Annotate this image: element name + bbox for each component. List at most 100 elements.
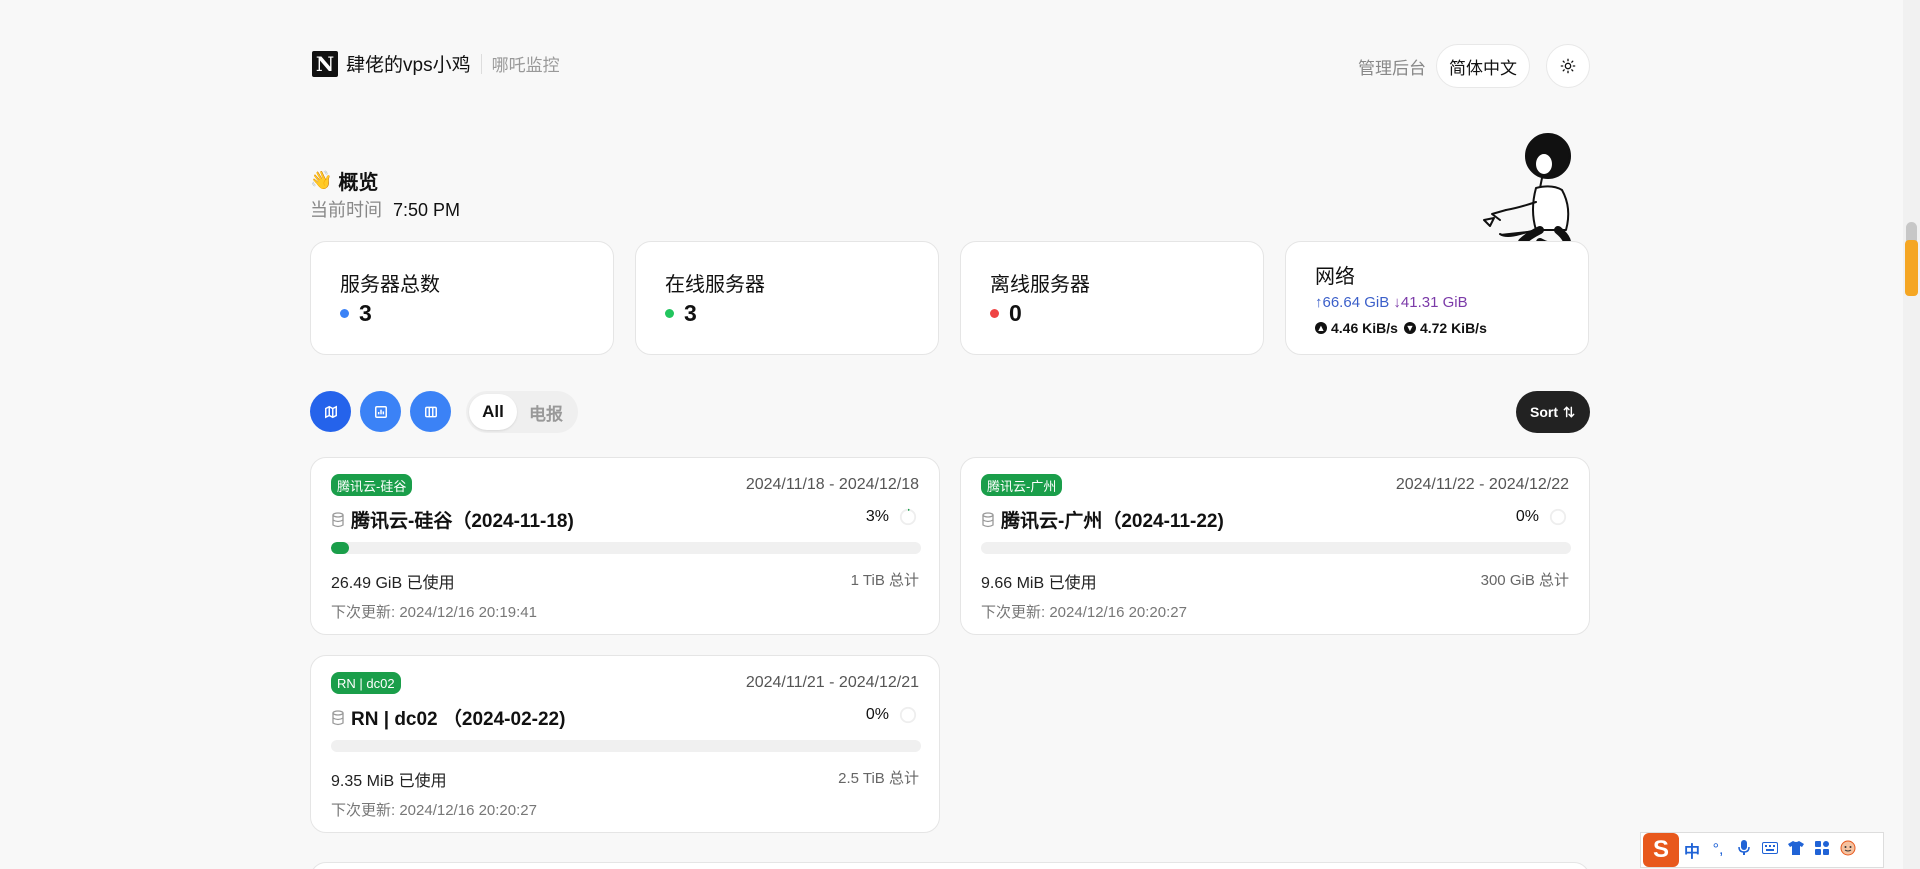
language-button[interactable]: 简体中文	[1436, 44, 1530, 88]
server-name-text: RN | dc02 （2024-02-22)	[351, 709, 566, 730]
stat-label: 在线服务器	[665, 274, 765, 296]
mic-icon[interactable]	[1731, 839, 1757, 861]
stat-label: 离线服务器	[990, 274, 1090, 296]
server-card-partial[interactable]	[310, 862, 1590, 869]
server-card[interactable]: RN | dc02 2024/11/21 - 2024/12/21 RN | d…	[310, 655, 940, 833]
server-tag: 腾讯云-硅谷	[331, 474, 413, 496]
stat-card-network: 网络 ↑66.64 GiB ↓41.31 GiB ▲ 4.46 KiB/s ▼ …	[1285, 241, 1589, 355]
billing-period: 2024/11/22 - 2024/12/22	[1395, 476, 1569, 493]
ime-chinese-mode[interactable]: 中	[1679, 838, 1705, 862]
site-title[interactable]: 肆佬的vps小鸡	[346, 50, 471, 77]
stat-number: 3	[684, 300, 697, 326]
ime-logo[interactable]: S	[1643, 833, 1679, 867]
face-icon[interactable]	[1835, 840, 1861, 861]
header: N 肆佬的vps小鸡 哪吒监控 管理后台 简体中文	[310, 44, 1590, 92]
chart-view-button[interactable]	[360, 391, 401, 432]
time-value: 7:50 PM	[393, 200, 461, 220]
used-amount: 9.66 MiB 已使用	[981, 575, 1097, 592]
usage-percent-text: 0%	[1515, 508, 1539, 525]
theme-toggle-button[interactable]	[1546, 44, 1590, 88]
status-dot	[340, 309, 349, 318]
stats-row: 服务器总数 3 在线服务器 3 离线服务器 0 网络 ↑66.64 GiB ↓4…	[310, 241, 1590, 355]
columns-icon	[424, 406, 437, 417]
server-card[interactable]: 腾讯云-硅谷 2024/11/18 - 2024/12/18 腾讯云-硅谷（20…	[310, 457, 940, 635]
usage-bar	[331, 740, 921, 752]
tab-telegram[interactable]: 电报	[517, 394, 575, 430]
keyboard-icon[interactable]	[1757, 841, 1783, 859]
chart-icon	[374, 405, 387, 418]
stat-card-offline[interactable]: 离线服务器 0	[960, 241, 1264, 355]
arrow-up-circle-icon: ▲	[1315, 322, 1327, 334]
map-view-button[interactable]	[310, 391, 351, 432]
upload-total: ↑66.64 GiB	[1315, 294, 1390, 311]
columns-view-button[interactable]	[410, 391, 451, 432]
server-name-text: 腾讯云-硅谷（2024-11-18)	[351, 511, 574, 532]
wave-emoji: 👋	[310, 170, 333, 190]
tab-all[interactable]: All	[469, 394, 517, 430]
overview-title: 👋 概览	[310, 166, 378, 195]
stat-value: 0	[990, 300, 1022, 327]
usage-bar-fill	[331, 542, 349, 554]
server-name: 腾讯云-广州（2024-11-22)	[981, 506, 1224, 533]
progress-ring-icon	[899, 706, 917, 724]
total-amount: 1 TiB 总计	[850, 572, 919, 589]
next-update: 下次更新: 2024/12/16 20:19:41	[331, 604, 537, 621]
progress-ring-icon	[1549, 508, 1567, 526]
status-dot	[990, 309, 999, 318]
sort-arrows-icon	[1563, 406, 1575, 418]
billing-period: 2024/11/21 - 2024/12/21	[745, 674, 919, 691]
stat-number: 3	[359, 300, 372, 326]
time-label: 当前时间	[310, 200, 382, 220]
upload-speed: 4.46 KiB/s	[1331, 320, 1398, 336]
database-icon	[332, 511, 344, 527]
used-amount: 9.35 MiB 已使用	[331, 773, 447, 790]
server-name: 腾讯云-硅谷（2024-11-18)	[331, 506, 574, 533]
site-logo[interactable]: N	[312, 50, 338, 77]
ime-punctuation[interactable]: °,	[1705, 841, 1731, 859]
header-actions: 管理后台 简体中文	[1358, 44, 1590, 88]
sun-icon	[1560, 58, 1576, 74]
progress-ring-icon	[899, 508, 917, 526]
status-dot	[665, 309, 674, 318]
next-update: 下次更新: 2024/12/16 20:20:27	[331, 802, 537, 819]
stat-label: 服务器总数	[340, 274, 440, 296]
scrollbar-marker	[1905, 240, 1918, 296]
arrow-down-circle-icon: ▼	[1403, 322, 1416, 334]
server-tag: RN | dc02	[331, 672, 401, 694]
usage-percent: 3%	[866, 508, 917, 526]
brand[interactable]: N 肆佬的vps小鸡 哪吒监控	[312, 50, 560, 77]
server-name: RN | dc02 （2024-02-22)	[331, 704, 565, 731]
toolbar: All 电报 Sort	[310, 391, 1590, 433]
ime-toolbar: S 中 °,	[1640, 832, 1884, 868]
admin-link[interactable]: 管理后台	[1358, 54, 1426, 79]
database-icon	[332, 709, 344, 725]
total-amount: 300 GiB 总计	[1480, 572, 1569, 589]
divider	[480, 53, 482, 74]
sort-label: Sort	[1530, 404, 1558, 420]
download-speed: 4.72 KiB/s	[1419, 320, 1487, 336]
current-time: 当前时间 7:50 PM	[310, 196, 460, 222]
site-subtitle: 哪吒监控	[491, 56, 560, 75]
scrollbar[interactable]	[1903, 0, 1920, 869]
usage-percent: 0%	[866, 706, 917, 724]
server-card[interactable]: 腾讯云-广州 2024/11/22 - 2024/12/22 腾讯云-广州（20…	[960, 457, 1590, 635]
stat-card-total[interactable]: 服务器总数 3	[310, 241, 614, 355]
network-totals: ↑66.64 GiB ↓41.31 GiB	[1315, 294, 1468, 311]
total-amount: 2.5 TiB 总计	[838, 770, 919, 787]
server-name-text: 腾讯云-广州（2024-11-22)	[1001, 511, 1224, 532]
shirt-icon[interactable]	[1783, 840, 1809, 860]
stat-label: 网络	[1315, 266, 1355, 288]
next-update: 下次更新: 2024/12/16 20:20:27	[981, 604, 1187, 621]
grid-icon[interactable]	[1809, 840, 1835, 860]
usage-percent: 0%	[1516, 508, 1567, 526]
billing-period: 2024/11/18 - 2024/12/18	[745, 476, 919, 493]
overview-title-text: 概览	[338, 172, 379, 194]
database-icon	[982, 511, 994, 527]
stat-card-online[interactable]: 在线服务器 3	[635, 241, 939, 355]
used-amount: 26.49 GiB 已使用	[331, 575, 455, 592]
usage-bar	[981, 542, 1571, 554]
usage-percent-text: 0%	[865, 706, 889, 723]
download-total: ↓41.31 GiB	[1393, 294, 1468, 311]
sort-button[interactable]: Sort	[1516, 391, 1590, 433]
group-tabs: All 电报	[466, 391, 578, 433]
